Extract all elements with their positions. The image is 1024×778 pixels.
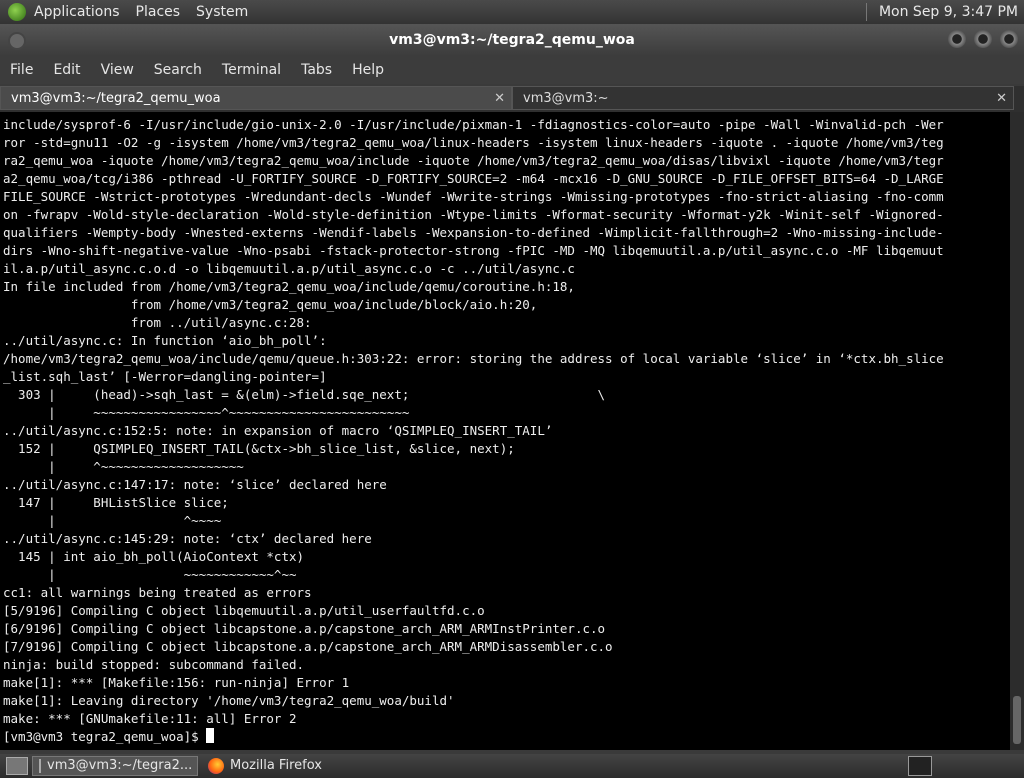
- terminal-line: dirs -Wno-shift-negative-value -Wno-psab…: [3, 243, 944, 258]
- tab-tegra2-qemu-woa[interactable]: vm3@vm3:~/tegra2_qemu_woa ✕: [0, 86, 512, 110]
- menu-edit[interactable]: Edit: [43, 56, 90, 84]
- menu-system[interactable]: System: [188, 0, 256, 24]
- terminal-line: In file included from /home/vm3/tegra2_q…: [3, 279, 575, 294]
- tab-home[interactable]: vm3@vm3:~ ✕: [512, 86, 1014, 110]
- task-label: Mozilla Firefox: [230, 758, 322, 773]
- terminal-line: ninja: build stopped: subcommand failed.: [3, 657, 305, 672]
- terminal-icon: [39, 759, 41, 773]
- terminal-line: | ~~~~~~~~~~~~~~~~~^~~~~~~~~~~~~~~~~~~~~…: [48, 405, 410, 420]
- panel-separator: [865, 3, 867, 21]
- terminal-line: include/sysprof-6 -I/usr/include/gio-uni…: [3, 117, 944, 132]
- terminal-line: ror -std=gnu11 -O2 -g -isystem /home/vm3…: [3, 135, 944, 150]
- terminal-line: ../util/async.c:147:17: note: ‘slice’ de…: [3, 477, 387, 492]
- clock[interactable]: Mon Sep 9, 3:47 PM: [871, 0, 1024, 24]
- close-tab-icon[interactable]: ✕: [996, 87, 1007, 111]
- text-cursor: [206, 728, 215, 743]
- terminal-line: from /home/vm3/tegra2_qemu_woa/include/b…: [130, 297, 538, 312]
- menu-places[interactable]: Places: [128, 0, 189, 24]
- terminal-line: il.a.p/util_async.c.o.d -o libqemuutil.a…: [3, 261, 575, 276]
- terminal-line: qualifiers -Wempty-body -Wnested-externs…: [3, 225, 944, 240]
- tab-label: vm3@vm3:~: [523, 91, 609, 106]
- window-titlebar[interactable]: vm3@vm3:~/tegra2_qemu_woa: [0, 24, 1024, 56]
- task-label: vm3@vm3:~/tegra2...: [47, 758, 193, 773]
- terminal-line: a2_qemu_woa/tcg/i386 -pthread -U_FORTIFY…: [3, 171, 944, 186]
- menu-file[interactable]: File: [0, 56, 43, 84]
- minimize-icon[interactable]: [948, 30, 966, 48]
- terminal-line: 303 | (head)->sqh_last = &(elm)->field.s…: [18, 387, 606, 402]
- terminal-line: [6/9196] Compiling C object libcapstone.…: [3, 621, 606, 636]
- terminal-text: include/sysprof-6 -I/usr/include/gio-uni…: [0, 112, 1010, 746]
- menu-search[interactable]: Search: [144, 56, 212, 84]
- terminal-line: ../util/async.c: In function ‘aio_bh_pol…: [3, 333, 327, 348]
- window-menu-icon[interactable]: [8, 32, 26, 50]
- bottom-taskbar: vm3@vm3:~/tegra2... Mozilla Firefox: [0, 754, 1024, 778]
- tab-scroll-button[interactable]: [1014, 86, 1024, 110]
- menu-applications[interactable]: Applications: [26, 0, 128, 24]
- menubar: File Edit View Search Terminal Tabs Help: [0, 56, 1024, 84]
- terminal-line: | ^~~~~~~~~~~~~~~~~~~~: [48, 459, 244, 474]
- terminal-line: make: *** [GNUmakefile:11: all] Error 2: [3, 711, 297, 726]
- taskbar-firefox[interactable]: Mozilla Firefox: [202, 756, 328, 776]
- terminal-line: make[1]: *** [Makefile:156: run-ninja] E…: [3, 675, 350, 690]
- close-window-icon[interactable]: [1000, 30, 1018, 48]
- terminal-line: 147 | BHListSlice slice;: [18, 495, 229, 510]
- terminal-line: ../util/async.c:145:29: note: ‘ctx’ decl…: [3, 531, 372, 546]
- terminal-line: 152 | QSIMPLEQ_INSERT_TAIL(&ctx->bh_slic…: [18, 441, 515, 456]
- terminal-line: make[1]: Leaving directory '/home/vm3/te…: [3, 693, 455, 708]
- terminal-line: | ^~~~~: [48, 513, 222, 528]
- terminal-output[interactable]: include/sysprof-6 -I/usr/include/gio-uni…: [0, 112, 1010, 750]
- terminal-line: _list.sqh_last’ [-Werror=dangling-pointe…: [3, 369, 327, 384]
- window-title: vm3@vm3:~/tegra2_qemu_woa: [389, 32, 635, 48]
- shell-prompt: [vm3@vm3 tegra2_qemu_woa]$: [3, 729, 207, 744]
- terminal-scrollbar[interactable]: [1010, 112, 1024, 750]
- scrollbar-thumb[interactable]: [1013, 696, 1021, 744]
- show-desktop-icon[interactable]: [6, 757, 28, 775]
- top-panel: Applications Places System Mon Sep 9, 3:…: [0, 0, 1024, 24]
- terminal-line: | ~~~~~~~~~~~~^~~: [48, 567, 297, 582]
- terminal-line: [5/9196] Compiling C object libqemuutil.…: [3, 603, 485, 618]
- menu-terminal[interactable]: Terminal: [212, 56, 291, 84]
- terminal-line: FILE_SOURCE -Wstrict-prototypes -Wredund…: [3, 189, 944, 204]
- terminal-line: [7/9196] Compiling C object libcapstone.…: [3, 639, 613, 654]
- menu-tabs[interactable]: Tabs: [291, 56, 342, 84]
- tab-label: vm3@vm3:~/tegra2_qemu_woa: [11, 91, 221, 106]
- terminal-line: on -fwrapv -Wold-style-declaration -Wold…: [3, 207, 944, 222]
- maximize-icon[interactable]: [974, 30, 992, 48]
- terminal-line: cc1: all warnings being treated as error…: [3, 585, 312, 600]
- terminal-line: from ../util/async.c:28:: [130, 315, 312, 330]
- tab-bar: vm3@vm3:~/tegra2_qemu_woa ✕ vm3@vm3:~ ✕: [0, 86, 1024, 112]
- terminal-line: /home/vm3/tegra2_qemu_woa/include/qemu/q…: [3, 351, 944, 366]
- distro-logo-icon[interactable]: [8, 3, 26, 21]
- workspace-switcher-icon[interactable]: [908, 756, 932, 776]
- close-tab-icon[interactable]: ✕: [494, 87, 505, 111]
- menu-view[interactable]: View: [91, 56, 144, 84]
- terminal-line: 145 | int aio_bh_poll(AioContext *ctx): [18, 549, 305, 564]
- firefox-icon: [208, 758, 224, 774]
- terminal-line: ../util/async.c:152:5: note: in expansio…: [3, 423, 553, 438]
- taskbar-terminal[interactable]: vm3@vm3:~/tegra2...: [32, 756, 198, 776]
- terminal-line: ra2_qemu_woa -iquote /home/vm3/tegra2_qe…: [3, 153, 944, 168]
- menu-help[interactable]: Help: [342, 56, 394, 84]
